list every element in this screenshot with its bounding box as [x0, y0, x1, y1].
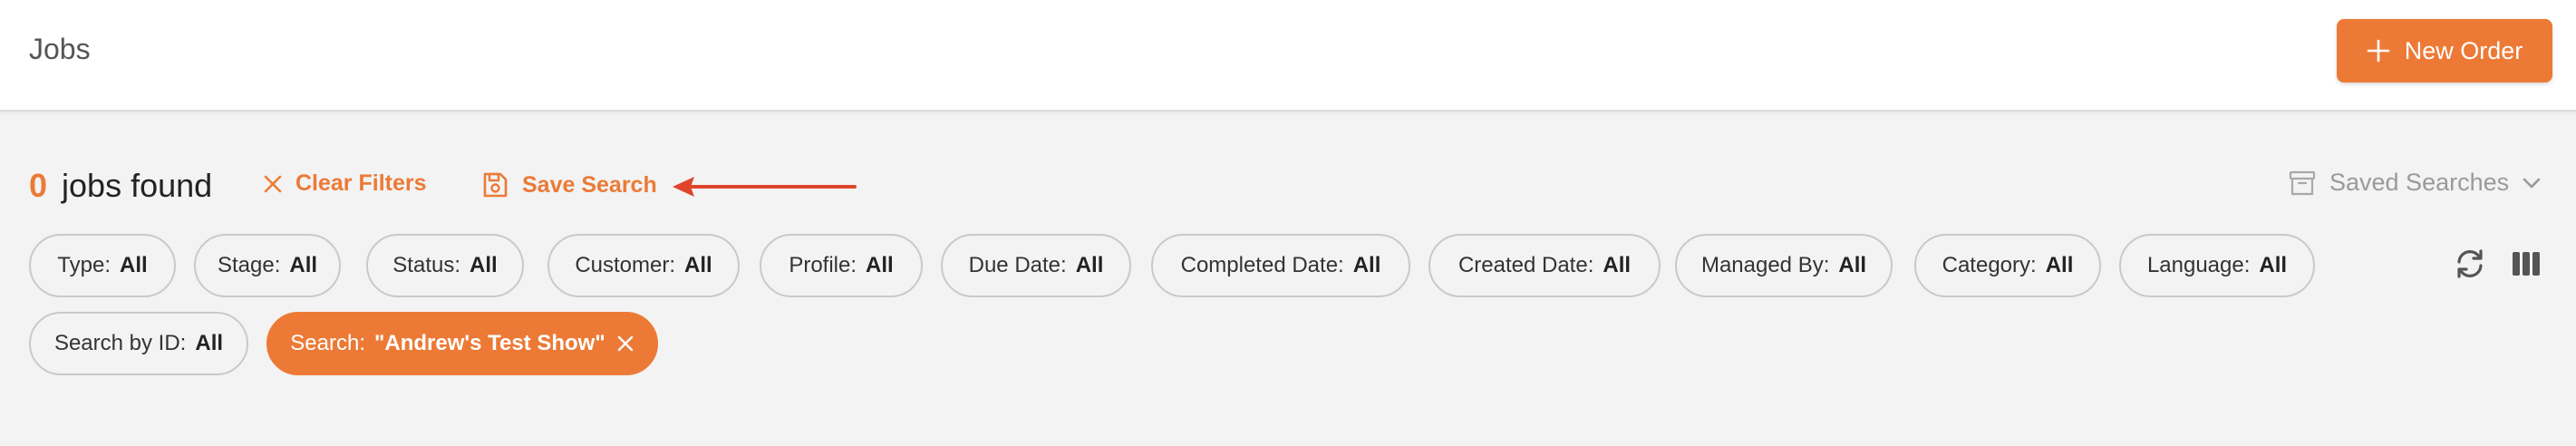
refresh-icon[interactable] — [2453, 247, 2487, 281]
filter-value: All — [470, 253, 498, 277]
filter-key: Search by ID: — [53, 331, 187, 355]
results-label: jobs found — [62, 167, 213, 204]
filter-value: All — [2259, 253, 2288, 277]
floppy-disk-icon — [483, 172, 508, 198]
filter-key: Customer: — [575, 253, 676, 277]
filter-chip-due-date[interactable]: Due Date: All — [941, 234, 1131, 297]
filter-key: Completed Date: — [1180, 253, 1344, 277]
chevron-down-icon — [2523, 178, 2541, 188]
save-search-label: Save Search — [522, 171, 657, 198]
filter-chip-profile[interactable]: Profile: All — [760, 234, 923, 297]
filter-chip-category[interactable]: Category: All — [1914, 234, 2101, 297]
filter-chip-search-by-id[interactable]: Search by ID: All — [29, 312, 248, 375]
filter-chip-stage[interactable]: Stage: All — [194, 234, 341, 297]
filter-chip-managed-by[interactable]: Managed By: All — [1675, 234, 1893, 297]
filter-value: "Andrew's Test Show" — [374, 331, 605, 355]
filter-chip-customer[interactable]: Customer: All — [547, 234, 740, 297]
filter-value: All — [684, 253, 712, 277]
filter-key: Profile: — [789, 253, 857, 277]
results-summary: 0 jobs found — [29, 163, 212, 208]
filter-key: Language: — [2146, 253, 2251, 277]
top-header-bar: Jobs New Order — [0, 0, 2576, 112]
plus-icon — [2367, 39, 2390, 63]
filter-key: Created Date: — [1457, 253, 1594, 277]
results-count: 0 — [29, 167, 48, 204]
filter-value: All — [195, 331, 224, 355]
filter-value: All — [289, 253, 318, 277]
archive-box-icon — [2289, 170, 2316, 195]
clear-filters-button[interactable]: Clear Filters — [263, 170, 427, 197]
saved-searches-dropdown[interactable]: Saved Searches — [2288, 169, 2542, 197]
filter-chip-status[interactable]: Status: All — [366, 234, 524, 297]
filter-value: All — [1838, 253, 1867, 277]
clear-filters-label: Clear Filters — [295, 170, 427, 196]
filter-key: Category: — [1942, 253, 2037, 277]
filter-chip-created-date[interactable]: Created Date: All — [1428, 234, 1661, 297]
columns-icon[interactable] — [2509, 247, 2543, 281]
new-order-label: New Order — [2404, 36, 2523, 64]
close-icon[interactable] — [616, 334, 634, 353]
filter-chip-type[interactable]: Type: All — [29, 234, 176, 297]
filter-key: Stage: — [217, 253, 281, 277]
filter-chip-search[interactable]: Search: "Andrew's Test Show" — [266, 312, 658, 375]
save-search-button[interactable]: Save Search — [480, 170, 657, 199]
filter-value: All — [1603, 253, 1632, 277]
page-title: Jobs — [29, 33, 91, 65]
filter-value: All — [120, 253, 148, 277]
filter-value: All — [1352, 253, 1381, 277]
filter-key: Type: — [57, 253, 111, 277]
filter-key: Due Date: — [968, 253, 1067, 277]
arrow-left-icon — [673, 177, 857, 197]
new-order-button[interactable]: New Order — [2337, 19, 2552, 82]
saved-searches-label: Saved Searches — [2329, 169, 2510, 196]
filter-value: All — [866, 253, 894, 277]
filter-chip-language[interactable]: Language: All — [2119, 234, 2315, 297]
filter-value: All — [1075, 253, 1104, 277]
close-icon — [264, 175, 282, 192]
filter-key: Managed By: — [1700, 253, 1830, 277]
filter-key: Search: — [290, 331, 365, 355]
filter-chip-completed-date[interactable]: Completed Date: All — [1151, 234, 1410, 297]
filter-key: Status: — [392, 253, 461, 277]
filter-value: All — [2045, 253, 2074, 277]
